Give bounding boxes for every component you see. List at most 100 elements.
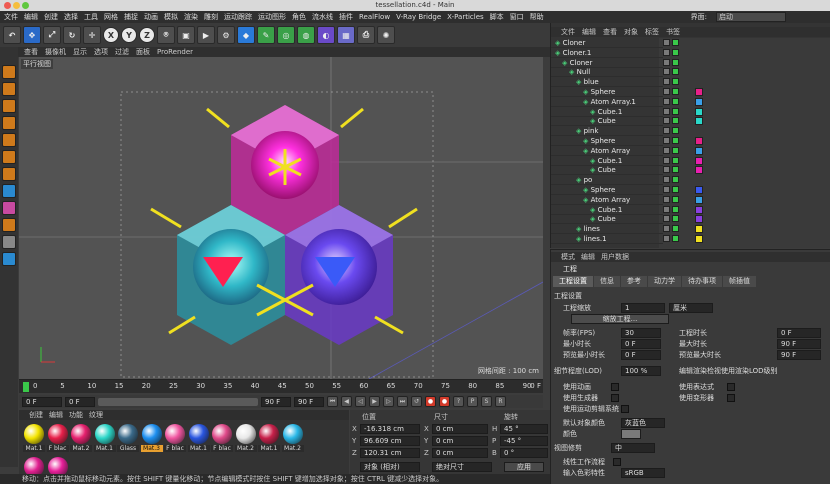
scale-tool-icon[interactable]: ⤢ [43,26,61,44]
visibility-toggle[interactable] [663,107,670,115]
axis-mode-icon[interactable] [2,184,16,198]
mat-menu-edit[interactable]: 编辑 [49,410,63,420]
lock-workplane-icon[interactable] [2,235,16,249]
menu-select[interactable]: 选择 [64,12,78,22]
visibility-toggle[interactable] [663,137,670,144]
material-swatch[interactable]: Mat.1 [187,424,210,454]
polygons-mode-icon[interactable] [2,167,16,181]
object-row[interactable]: ◈ Null [551,67,663,78]
menu-plugins[interactable]: 插件 [339,12,353,22]
mat-menu-texture[interactable]: 纹理 [89,410,103,420]
spline-pen-icon[interactable]: ✎ [257,26,275,44]
obj-menu-edit[interactable]: 编辑 [582,27,596,37]
timeline[interactable]: 0 5 10 15 20 25 30 35 40 45 50 55 60 65 70 75 80 85 90 0 F [19,379,543,393]
object-row[interactable]: ◈ Atom Array [551,146,663,156]
menu-mograph[interactable]: 运动图形 [258,12,286,22]
autokey-icon[interactable]: ● [439,396,450,407]
mat-menu-function[interactable]: 功能 [69,410,83,420]
subdivision-icon[interactable]: ◎ [277,26,295,44]
move-tool-icon[interactable]: ✥ [23,26,41,44]
size-mode-dropdown[interactable]: 绝对尺寸 [432,462,492,472]
use-deformers-checkbox[interactable] [727,394,735,402]
visibility-toggle[interactable] [663,78,670,86]
min-time-field[interactable]: 0 F [621,339,661,349]
axis-z-button[interactable]: Z [139,27,155,43]
visibility-toggle[interactable] [663,166,670,174]
enable-toggle[interactable] [672,205,679,213]
object-row[interactable]: ◈ Cube.1 [551,156,663,166]
enable-toggle[interactable] [672,68,679,76]
material-swatch[interactable]: Mat.1 [93,424,116,454]
material-swatch[interactable]: Mat.1 [258,424,280,454]
vp-menu-view[interactable]: 查看 [24,47,38,57]
visibility-toggle[interactable] [663,225,670,233]
tab-info[interactable]: 信息 [594,276,620,287]
obj-menu-view[interactable]: 查看 [603,27,617,37]
max-time-field[interactable]: 90 F [777,339,821,349]
menu-script[interactable]: 脚本 [490,12,504,22]
apply-button[interactable]: 应用 [504,462,544,472]
render-settings-icon[interactable]: ⚙ [217,26,235,44]
rotation-h-field[interactable]: 45 ° [500,424,548,434]
material-swatch[interactable]: Mat.1 [23,424,45,454]
input-color-dropdown[interactable]: sRGB [621,468,665,478]
obj-menu-tags[interactable]: 标签 [645,27,659,37]
vp-menu-camera[interactable]: 摄像机 [45,47,66,57]
environment-icon[interactable]: ▦ [337,26,355,44]
material-tag-icon[interactable] [695,205,703,214]
preview-min-field[interactable]: 0 F [621,350,661,360]
visibility-toggle[interactable] [663,146,670,154]
material-tag-icon[interactable] [695,186,703,194]
goto-end-icon[interactable]: ⏭ [397,396,408,407]
visibility-toggle[interactable] [663,58,670,66]
prev-frame-icon[interactable]: ◁ [355,396,366,407]
snap-icon[interactable] [2,218,16,232]
material-tag-icon[interactable] [695,117,703,126]
viewport[interactable]: 平行视图 网格间距 : 100 cm [19,57,543,379]
menu-snap[interactable]: 捕捉 [124,12,138,22]
tweak-mode-icon[interactable] [2,201,16,215]
rotation-b-field[interactable]: 0 ° [500,448,548,458]
object-row[interactable]: ◈ Sphere [551,136,663,146]
rotation-key-icon[interactable]: R [495,396,506,407]
scale-unit-dropdown[interactable]: 厘米 [669,303,713,313]
tab-dynamics[interactable]: 动力学 [648,276,681,287]
menu-sculpt[interactable]: 雕刻 [204,12,218,22]
menu-edit[interactable]: 编辑 [24,12,38,22]
edges-mode-icon[interactable] [2,150,16,164]
size-z-field[interactable]: 0 cm [432,448,488,458]
material-tag-icon[interactable] [695,195,703,204]
enable-toggle[interactable] [672,225,679,233]
loop-icon[interactable]: ↺ [411,396,422,407]
scale-key-icon[interactable]: S [481,396,492,407]
attr-menu-userdata[interactable]: 用户数据 [601,252,629,262]
play-icon[interactable]: ▶ [369,396,380,407]
undo-icon[interactable]: ↶ [3,26,21,44]
enable-toggle[interactable] [672,137,679,144]
visibility-toggle[interactable] [663,235,670,242]
visibility-toggle[interactable] [663,215,670,223]
tab-interpolation[interactable]: 帧插值 [723,276,756,287]
preview-max-field[interactable]: 90 F [777,350,821,360]
material-swatch[interactable]: Mat.2 [70,424,92,454]
coord-mode-dropdown[interactable]: 对象 (相对) [360,462,420,472]
workplane-icon[interactable] [2,116,16,130]
material-swatch[interactable]: F blac [164,424,186,454]
enable-toggle[interactable] [672,117,679,125]
view-clip-dropdown[interactable]: 中 [611,443,655,453]
model-mode-icon[interactable] [2,82,16,96]
axis-x-button[interactable]: X [103,27,119,43]
object-row[interactable]: ◈ Cloner [551,38,663,48]
light-icon[interactable]: ✺ [377,26,395,44]
lod-field[interactable]: 100 % [621,366,661,376]
render-picture-viewer-icon[interactable]: ▶ [197,26,215,44]
material-tag-icon[interactable] [695,146,703,155]
position-x-field[interactable]: -16.318 cm [360,424,420,434]
enable-toggle[interactable] [672,48,679,56]
enable-toggle[interactable] [672,215,679,223]
fps-field[interactable]: 30 [621,328,661,338]
visibility-toggle[interactable] [663,117,670,125]
menu-mesh[interactable]: 网格 [104,12,118,22]
scale-field[interactable]: 1 [621,303,665,313]
material-tag-icon[interactable] [695,97,703,106]
